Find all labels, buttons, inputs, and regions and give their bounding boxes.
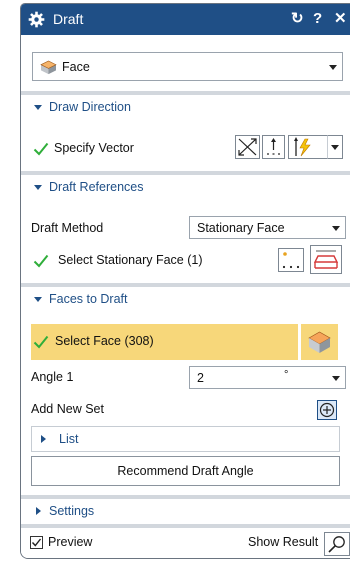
checkmark-icon bbox=[31, 538, 42, 547]
reverse-direction-icon bbox=[267, 138, 280, 155]
angle-value: 2 bbox=[197, 371, 204, 385]
point-dialog-button[interactable] bbox=[278, 248, 304, 272]
check-icon bbox=[33, 142, 49, 156]
expand-triangle-icon bbox=[41, 435, 46, 443]
chevron-down-icon bbox=[331, 145, 339, 150]
chevron-down-icon bbox=[332, 376, 340, 381]
draft-references-title: Draft References bbox=[49, 180, 144, 194]
title-bar[interactable]: Draft ↻ ? ✕ bbox=[21, 4, 350, 35]
angle-label: Angle 1 bbox=[31, 370, 74, 384]
preview-label[interactable]: Preview bbox=[48, 535, 92, 549]
face-cube-icon bbox=[40, 60, 57, 75]
settings-header[interactable]: Settings bbox=[21, 499, 350, 525]
add-new-set-label: Add New Set bbox=[31, 402, 104, 416]
reverse-direction-button[interactable] bbox=[262, 135, 285, 159]
chevron-down-icon bbox=[332, 226, 340, 231]
point-dialog-icon bbox=[282, 252, 300, 269]
angle-input[interactable]: 2 ° bbox=[189, 366, 346, 389]
vector-dialog-button[interactable] bbox=[235, 135, 260, 159]
faces-to-draft-title: Faces to Draft bbox=[49, 292, 128, 306]
settings-title: Settings bbox=[49, 504, 95, 518]
add-circle-icon bbox=[319, 402, 335, 418]
chevron-down-icon bbox=[329, 65, 337, 70]
draft-method-dropdown[interactable]: Stationary Face bbox=[189, 216, 346, 239]
faces-to-draft-header[interactable]: Faces to Draft bbox=[21, 287, 350, 313]
face-selection-button[interactable] bbox=[310, 245, 342, 274]
list-section[interactable]: List bbox=[31, 426, 340, 452]
footer-bar: Preview Show Result bbox=[21, 528, 350, 558]
collapse-triangle-icon bbox=[34, 185, 42, 190]
draft-method-value: Stationary Face bbox=[197, 221, 285, 235]
type-dropdown[interactable]: Face bbox=[32, 52, 343, 81]
show-result-button[interactable] bbox=[324, 532, 350, 556]
collapse-triangle-icon bbox=[34, 105, 42, 110]
check-icon bbox=[33, 335, 49, 349]
check-icon bbox=[33, 254, 49, 268]
magnifier-icon bbox=[328, 536, 345, 553]
expand-triangle-icon bbox=[36, 507, 41, 515]
vector-type-dropdown[interactable] bbox=[327, 135, 343, 159]
close-icon[interactable]: ✕ bbox=[334, 9, 347, 29]
gear-icon bbox=[28, 11, 45, 28]
preview-checkbox[interactable] bbox=[30, 536, 43, 549]
angle-unit: ° bbox=[284, 369, 289, 381]
list-title: List bbox=[59, 432, 79, 446]
draft-method-label: Draft Method bbox=[31, 221, 104, 235]
collapse-triangle-icon bbox=[34, 297, 42, 302]
draft-dialog: Draft ↻ ? ✕ Face Draw Direction Specify … bbox=[20, 3, 350, 559]
dialog-title: Draft bbox=[53, 11, 84, 27]
recommend-draft-angle-button[interactable]: Recommend Draft Angle bbox=[31, 456, 340, 486]
select-face-button[interactable] bbox=[301, 324, 338, 360]
select-stationary-face-label[interactable]: Select Stationary Face (1) bbox=[58, 253, 203, 267]
face-cube-icon bbox=[308, 331, 331, 353]
reset-icon[interactable]: ↻ bbox=[291, 9, 304, 29]
show-result-label[interactable]: Show Result bbox=[248, 535, 318, 549]
vector-type-button[interactable] bbox=[288, 135, 328, 159]
select-face-label: Select Face (308) bbox=[55, 334, 154, 348]
face-selection-icon bbox=[313, 250, 339, 269]
draw-direction-header[interactable]: Draw Direction bbox=[21, 95, 350, 121]
help-icon[interactable]: ? bbox=[313, 9, 322, 29]
select-face-row[interactable]: Select Face (308) bbox=[31, 324, 298, 360]
draft-references-header[interactable]: Draft References bbox=[21, 175, 350, 201]
type-value: Face bbox=[62, 60, 90, 74]
draw-direction-title: Draw Direction bbox=[49, 100, 131, 114]
vector-dialog-icon bbox=[238, 138, 257, 156]
specify-vector-label[interactable]: Specify Vector bbox=[54, 141, 134, 155]
add-new-set-button[interactable] bbox=[317, 400, 337, 420]
inferred-vector-icon bbox=[294, 137, 311, 157]
